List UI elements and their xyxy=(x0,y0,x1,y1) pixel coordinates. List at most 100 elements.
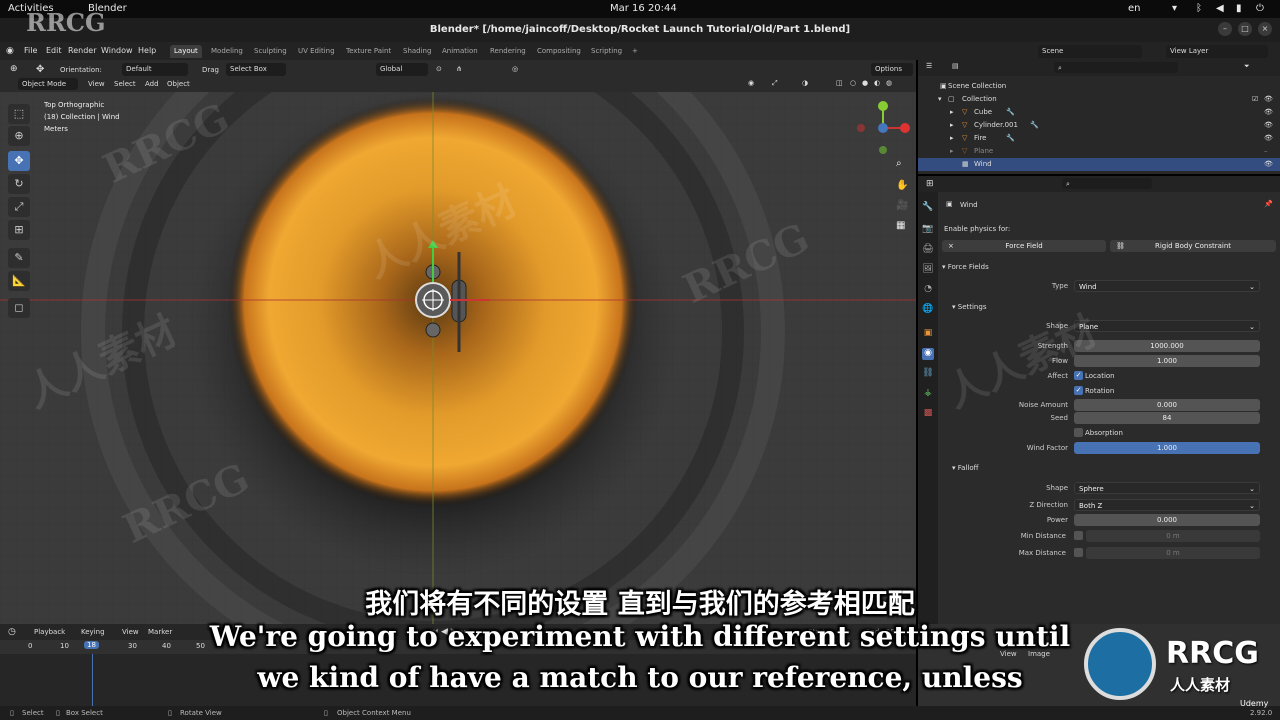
z-direction-dropdown[interactable]: Both Z ⌄ xyxy=(1074,499,1260,511)
output-tab-icon[interactable]: 🖨 xyxy=(922,244,934,256)
scene-tab-icon[interactable]: ◔ xyxy=(922,284,934,296)
tab-scripting[interactable]: Scripting xyxy=(587,45,626,58)
gizmo-icon[interactable]: ⤢ xyxy=(772,79,778,88)
viewport-menu-add[interactable]: Add xyxy=(145,80,159,88)
editor-type-icon[interactable]: ⊕ xyxy=(10,64,18,74)
render-tab-icon[interactable]: 📷 xyxy=(922,224,934,236)
absorption-checkbox[interactable] xyxy=(1074,428,1083,437)
pan-hand-icon[interactable]: ✋ xyxy=(896,180,908,191)
min-distance-checkbox[interactable] xyxy=(1074,531,1083,540)
outliner-row-collection[interactable]: ▾ ▢ Collection ☑ 👁 xyxy=(918,93,1280,106)
outliner-row-cube[interactable]: ▸ ▽ Cube 🔧 👁 xyxy=(918,106,1280,119)
move-tool-icon[interactable]: ✥ xyxy=(8,151,30,171)
checkbox-icon[interactable]: ☑ xyxy=(1252,95,1258,103)
outliner-row-plane[interactable]: ▸ ▽ Plane – xyxy=(918,145,1280,158)
filter-icon[interactable]: ⏷ xyxy=(1244,62,1250,71)
options-dropdown[interactable]: Options xyxy=(871,63,913,76)
falloff-panel-header[interactable]: ▾ Falloff xyxy=(952,464,978,472)
outliner-row-wind[interactable]: ▦ Wind 👁 xyxy=(918,158,1280,171)
power-menu-icon[interactable]: ⏻ xyxy=(1256,3,1264,14)
seed-field[interactable]: 84 xyxy=(1074,412,1260,424)
maximize-icon[interactable]: □ xyxy=(1238,22,1252,36)
settings-panel-header[interactable]: ▾ Settings xyxy=(952,303,986,311)
world-tab-icon[interactable]: 🌐 xyxy=(922,304,934,316)
blender-logo-icon[interactable]: ◉ xyxy=(6,46,14,56)
power-field[interactable]: 0.000 xyxy=(1074,514,1260,526)
rotation-checkbox[interactable]: ✓ xyxy=(1074,386,1083,395)
add-workspace-icon[interactable]: + xyxy=(628,45,642,58)
outliner-editor-icon[interactable]: ☰ xyxy=(926,62,932,70)
object-data-tab-icon[interactable]: ⚶ xyxy=(922,388,934,400)
physics-tab-icon[interactable]: ◉ xyxy=(922,348,934,360)
tab-compositing[interactable]: Compositing xyxy=(533,45,585,58)
location-checkbox[interactable]: ✓ xyxy=(1074,371,1083,380)
falloff-shape-dropdown[interactable]: Sphere ⌄ xyxy=(1074,482,1260,494)
snap-icon[interactable]: ⋔ xyxy=(456,65,462,73)
menu-window[interactable]: Window xyxy=(101,46,133,55)
texture-tab-icon[interactable]: ▩ xyxy=(922,408,934,420)
cursor-tool-icon[interactable]: ⊕ xyxy=(8,126,30,146)
noise-amount-field[interactable]: 0.000 xyxy=(1074,399,1260,411)
network-icon[interactable]: ▾ xyxy=(1172,3,1177,14)
properties-editor-icon[interactable]: ⊞ xyxy=(926,179,934,189)
force-fields-panel-header[interactable]: ▾ Force Fields xyxy=(942,263,989,271)
eye-icon[interactable]: 👁 xyxy=(1264,108,1273,116)
transform-pivot-icon[interactable]: ✥ xyxy=(36,64,44,75)
rotate-tool-icon[interactable]: ↻ xyxy=(8,174,30,194)
viewport-menu-object[interactable]: Object xyxy=(167,80,190,88)
outliner-row-fire[interactable]: ▸ ▽ Fire 🔧 👁 xyxy=(918,132,1280,145)
camera-view-icon[interactable]: 🎥 xyxy=(896,200,908,211)
tab-texture-paint[interactable]: Texture Paint xyxy=(342,45,395,58)
outliner-row-cylinder[interactable]: ▸ ▽ Cylinder.001 🔧 👁 xyxy=(918,119,1280,132)
tab-animation[interactable]: Animation xyxy=(438,45,482,58)
transform-tool-icon[interactable]: ⊞ xyxy=(8,220,30,240)
menu-help[interactable]: Help xyxy=(138,46,156,55)
view-layer-tab-icon[interactable]: 🖼 xyxy=(922,264,934,276)
minimize-icon[interactable]: – xyxy=(1218,22,1232,36)
eye-icon[interactable]: 👁 xyxy=(1264,95,1273,103)
shading-material-icon[interactable]: ◐ xyxy=(874,79,880,87)
shading-wireframe-icon[interactable]: ○ xyxy=(850,79,856,87)
pin-icon[interactable]: 📌 xyxy=(1264,200,1273,208)
type-dropdown[interactable]: Wind ⌄ xyxy=(1074,280,1260,292)
viewport-menu-select[interactable]: Select xyxy=(114,80,136,88)
max-distance-field[interactable]: 0 m xyxy=(1086,547,1260,559)
tab-modeling[interactable]: Modeling xyxy=(207,45,247,58)
annotate-tool-icon[interactable]: ✎ xyxy=(8,248,30,268)
eye-icon[interactable]: 👁 xyxy=(1264,134,1273,142)
shape-dropdown[interactable]: Plane ⌄ xyxy=(1074,320,1260,332)
clock[interactable]: Mar 16 20:44 xyxy=(610,3,677,14)
viewport-menu-view[interactable]: View xyxy=(88,80,105,88)
zoom-icon[interactable]: ⌕ xyxy=(896,158,902,169)
object-tab-icon[interactable]: ▣ xyxy=(922,328,934,340)
add-cube-tool-icon[interactable]: ◻ xyxy=(8,298,30,318)
wind-factor-slider[interactable]: 1.000 xyxy=(1074,442,1260,454)
view-layer-selector[interactable]: View Layer xyxy=(1166,45,1268,58)
bluetooth-icon[interactable]: ᛒ xyxy=(1196,3,1202,14)
tab-uv-editing[interactable]: UV Editing xyxy=(294,45,339,58)
outliner-search-icon[interactable]: ⌕ xyxy=(1054,62,1178,73)
tab-layout[interactable]: Layout xyxy=(170,45,202,58)
menu-render[interactable]: Render xyxy=(68,46,96,55)
flow-field[interactable]: 1.000 xyxy=(1074,355,1260,367)
close-icon[interactable]: × xyxy=(1258,22,1272,36)
eye-icon[interactable]: 👁 xyxy=(1264,160,1273,168)
shading-solid-icon[interactable]: ● xyxy=(862,79,868,87)
language-indicator[interactable]: en xyxy=(1128,3,1141,14)
drag-dropdown[interactable]: Select Box xyxy=(226,63,286,76)
rigid-body-constraint-button[interactable]: ⛓ Rigid Body Constraint xyxy=(1110,240,1276,252)
outliner-row-scene-collection[interactable]: ▣ Scene Collection xyxy=(918,80,1280,93)
menu-edit[interactable]: Edit xyxy=(46,46,62,55)
select-tool-icon[interactable]: ⬚ xyxy=(8,104,30,124)
xray-icon[interactable]: ◫ xyxy=(836,79,843,87)
volume-icon[interactable]: ◀ xyxy=(1216,3,1224,14)
constraints-tab-icon[interactable]: ⛓ xyxy=(922,368,934,380)
shading-rendered-icon[interactable]: ◍ xyxy=(886,79,892,87)
properties-search-icon[interactable]: ⌕ xyxy=(1062,178,1152,189)
tab-rendering[interactable]: Rendering xyxy=(486,45,530,58)
min-distance-field[interactable]: 0 m xyxy=(1086,530,1260,542)
proportional-edit-icon[interactable]: ◎ xyxy=(512,65,518,73)
eye-icon[interactable]: 👁 xyxy=(1264,121,1273,129)
ortho-toggle-icon[interactable]: ▦ xyxy=(896,220,905,231)
scene-selector[interactable]: Scene xyxy=(1038,45,1142,58)
